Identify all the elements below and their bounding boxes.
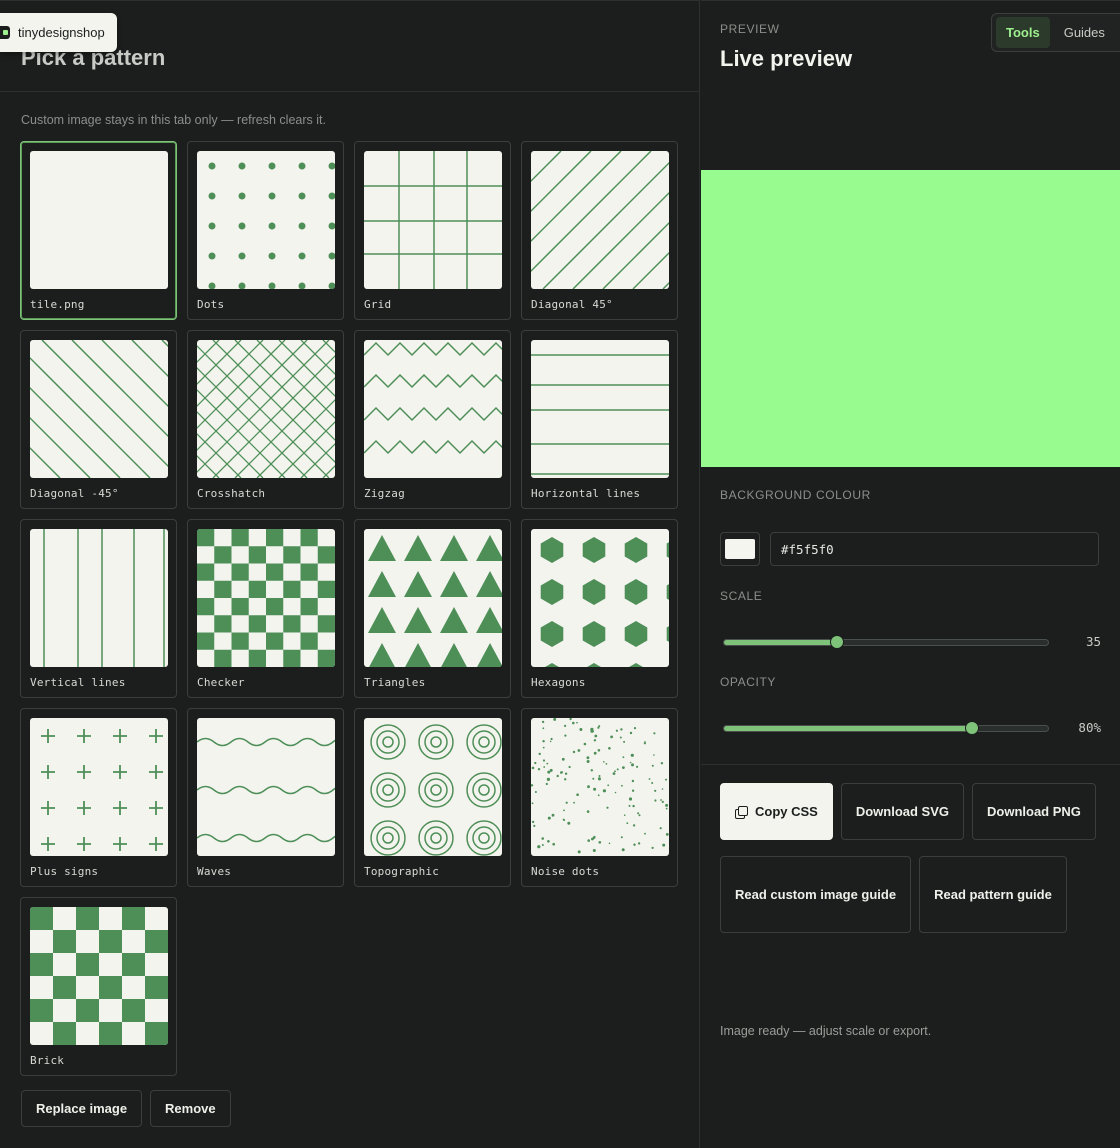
copy-css-button[interactable]: Copy CSS [720,783,833,840]
opacity-track[interactable] [723,725,1049,732]
pattern-label: Triangles [364,676,426,689]
scale-slider[interactable]: 35 [723,632,1101,652]
background-colour-label: BACKGROUND COLOUR [720,488,871,502]
pattern-thumbnail [364,718,502,856]
pattern-card-zigzag[interactable]: Zigzag [354,330,511,509]
image-actions: Replace image Remove [21,1090,231,1127]
export-actions: Copy CSS Download SVG Download PNG Read … [720,783,1100,933]
preview-eyebrow: PREVIEW [720,22,780,36]
pattern-thumbnail [364,340,502,478]
divider [701,764,1120,765]
status-message: Image ready — adjust scale or export. [720,1024,932,1038]
pattern-card-dots[interactable]: Dots [187,141,344,320]
pattern-label: Crosshatch [197,487,266,500]
copy-icon [735,805,748,819]
download-png-button[interactable]: Download PNG [972,783,1096,840]
custom-image-note: Custom image stays in this tab only — re… [21,113,326,127]
pattern-thumbnail [30,529,168,667]
background-colour-swatch[interactable] [720,532,760,566]
brand-name: tinydesignshop [18,25,105,40]
pattern-label: Diagonal 45° [531,298,613,311]
preview-panel: PREVIEW Live preview Tools Guides ⋮ BACK… [701,0,1120,1148]
pattern-thumbnail [197,151,335,289]
pattern-label: Checker [197,676,245,689]
nav-tab-tools[interactable]: Tools [996,17,1050,48]
pattern-thumbnail [30,151,168,289]
pattern-thumbnail [197,529,335,667]
pattern-label: tile.png [30,298,85,311]
nav-tab-guides[interactable]: Guides [1054,17,1115,48]
pattern-thumbnail [30,340,168,478]
pattern-label: Diagonal -45° [30,487,119,500]
pattern-thumbnail [531,529,669,667]
pattern-label: Grid [364,298,392,311]
pattern-thumbnail [197,340,335,478]
scale-label: SCALE [720,589,763,603]
pattern-card-topo[interactable]: Topographic [354,708,511,887]
opacity-label: OPACITY [720,675,776,689]
read-pattern-guide-button[interactable]: Read pattern guide [919,856,1067,933]
pattern-label: Zigzag [364,487,405,500]
top-nav: Tools Guides ⋮ [991,13,1120,52]
pattern-card-hlines[interactable]: Horizontal lines [521,330,678,509]
pattern-thumbnail [30,718,168,856]
scale-thumb[interactable] [830,635,845,649]
pattern-label: Topographic [364,865,440,878]
pattern-thumbnail [30,907,168,1045]
pattern-card-custom[interactable]: tile.png [20,141,177,320]
live-preview-canvas [701,170,1120,467]
opacity-value: 80% [1078,720,1101,735]
pattern-card-diag45[interactable]: Diagonal 45° [521,141,678,320]
remove-image-button[interactable]: Remove [150,1090,231,1127]
pattern-card-noise[interactable]: Noise dots [521,708,678,887]
pattern-label: Hexagons [531,676,586,689]
opacity-slider[interactable]: 80% [723,718,1101,738]
brand-logo-icon [0,26,10,39]
background-colour-input[interactable] [770,532,1099,566]
pattern-grid: tile.png Dots Grid Diagonal 45° Diagonal -45… [20,141,680,1076]
pattern-card-diagm45[interactable]: Diagonal -45° [20,330,177,509]
replace-image-button[interactable]: Replace image [21,1090,143,1127]
scale-value: 35 [1085,634,1101,649]
pattern-card-waves[interactable]: Waves [187,708,344,887]
pattern-card-grid[interactable]: Grid [354,141,511,320]
opacity-thumb[interactable] [964,721,979,735]
pattern-card-brick[interactable]: Brick [20,897,177,1076]
pattern-thumbnail [364,151,502,289]
read-custom-image-guide-button[interactable]: Read custom image guide [720,856,912,933]
pattern-label: Vertical lines [30,676,126,689]
pattern-label: Waves [197,865,232,878]
copy-css-label: Copy CSS [755,804,818,819]
pattern-thumbnail [197,718,335,856]
pattern-card-crosshatch[interactable]: Crosshatch [187,330,344,509]
pattern-card-vlines[interactable]: Vertical lines [20,519,177,698]
divider [0,91,700,92]
pattern-thumbnail [364,529,502,667]
pattern-card-checker[interactable]: Checker [187,519,344,698]
scale-fill [724,640,838,645]
pattern-label: Horizontal lines [531,487,641,500]
pattern-thumbnail [531,340,669,478]
pattern-label: Plus signs [30,865,99,878]
scale-track[interactable] [723,639,1049,646]
pattern-label: Brick [30,1054,65,1067]
pattern-thumbnail [531,718,669,856]
background-colour-row [720,532,1099,566]
preview-title: Live preview [720,46,853,71]
pattern-label: Dots [197,298,225,311]
pattern-card-triangles[interactable]: Triangles [354,519,511,698]
pattern-panel: tinydesignshop Pick a pattern Custom ima… [0,0,700,1148]
brand-badge[interactable]: tinydesignshop [0,13,117,52]
pattern-card-hexagons[interactable]: Hexagons [521,519,678,698]
pattern-label: Noise dots [531,865,600,878]
opacity-fill [724,726,972,731]
pattern-card-plus[interactable]: Plus signs [20,708,177,887]
pattern-thumbnail [531,151,669,289]
download-svg-button[interactable]: Download SVG [840,783,965,840]
